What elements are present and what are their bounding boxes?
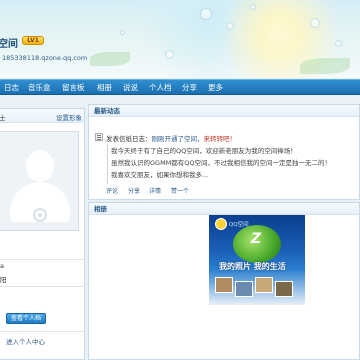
nav-item-music[interactable]: 音乐盒 bbox=[28, 80, 51, 96]
feed-headline-tail[interactable]: 来转转吧！ bbox=[204, 135, 237, 143]
feed-panel-title: 最新动态 bbox=[89, 105, 359, 117]
view-profile-button[interactable]: 查看个人档 bbox=[6, 313, 46, 324]
album-image-slogan: 我的照片 我的生活 bbox=[219, 262, 286, 271]
photo-thumbnail bbox=[255, 277, 273, 293]
sidebar-title: 士 bbox=[0, 114, 6, 122]
qq-penguin-icon bbox=[215, 218, 227, 230]
personal-center-link[interactable]: 进入个人中心 bbox=[6, 336, 45, 346]
profile-info-line: 阳 bbox=[0, 276, 7, 284]
main-nav: 日志 音乐盒 留言板 相册 说说 个人档 分享 更多 bbox=[0, 79, 360, 95]
avatar[interactable] bbox=[0, 131, 79, 231]
water-drop-decoration bbox=[310, 18, 320, 28]
nav-item-album[interactable]: 相册 bbox=[97, 80, 112, 96]
water-drop-decoration bbox=[200, 8, 212, 20]
details-link[interactable]: 详情 bbox=[149, 186, 161, 195]
settings-avatar-link[interactable]: 设置形象 bbox=[56, 112, 82, 122]
feed-quote-line: 虽然我认识的GGMM都有QQ空间，不过我相信我的空间一定是独一无二的！ bbox=[111, 159, 332, 167]
nav-item-share[interactable]: 分享 bbox=[182, 80, 197, 96]
blog-post-icon bbox=[95, 133, 103, 141]
share-link[interactable]: 分享 bbox=[128, 186, 140, 195]
photo-thumbnail bbox=[215, 277, 233, 293]
water-drop-decoration bbox=[226, 22, 234, 30]
main-content: 最新动态 发表信纸日志：刚刚开通了空间，来转转吧！ 我今天终于有了自己的QQ空间… bbox=[88, 104, 360, 360]
nav-item-talk[interactable]: 说说 bbox=[123, 80, 138, 96]
feed-headline-link[interactable]: 刚刚开通了空间， bbox=[152, 135, 204, 143]
album-panel-title: 相册 bbox=[89, 203, 359, 215]
header-banner: 空间 LV1 185338118.qzone.qq.com bbox=[0, 0, 360, 78]
water-drop-decoration bbox=[165, 50, 174, 59]
like-link[interactable]: 赞一个 bbox=[171, 186, 189, 195]
nav-item-blog[interactable]: 日志 bbox=[4, 80, 19, 96]
divider bbox=[0, 259, 85, 260]
camera-icon[interactable] bbox=[33, 208, 47, 222]
nav-item-profile[interactable]: 个人档 bbox=[149, 80, 172, 96]
divider bbox=[0, 331, 85, 332]
photo-thumbnail bbox=[275, 281, 293, 297]
photo-thumbnail bbox=[235, 281, 253, 297]
feed-headline-prefix: 发表信纸日志： bbox=[106, 135, 152, 143]
profile-info-line: a bbox=[0, 262, 4, 270]
nav-item-more[interactable]: 更多 bbox=[208, 80, 223, 96]
vip-badge[interactable]: LV1 bbox=[22, 36, 44, 45]
album-cover-image[interactable]: QQ空间 Z 我的照片 我的生活 bbox=[209, 215, 305, 305]
feed-quote-line: 我喜欢交朋友，如果你想和我多... bbox=[111, 171, 209, 179]
feed-headline: 发表信纸日志：刚刚开通了空间，来转转吧！ bbox=[106, 133, 236, 143]
space-url[interactable]: 185338118.qzone.qq.com bbox=[2, 54, 87, 62]
leaf-decoration bbox=[300, 58, 350, 74]
feed-quote-line: 我今天终于有了自己的QQ空间，欢迎新老朋友为我的空间捧场！ bbox=[111, 147, 297, 155]
sidebar-header: 士 设置形象 bbox=[0, 109, 84, 123]
quote-bar bbox=[107, 144, 108, 184]
water-drop-decoration bbox=[120, 30, 125, 35]
comment-link[interactable]: 评论 bbox=[106, 186, 118, 195]
divider bbox=[0, 286, 85, 287]
nav-item-guestbook[interactable]: 留言板 bbox=[62, 80, 85, 96]
water-drop-decoration bbox=[335, 40, 342, 47]
album-image-letter: Z bbox=[251, 231, 262, 247]
leaf-decoration bbox=[90, 52, 130, 66]
water-drop-decoration bbox=[250, 4, 256, 10]
avatar-head-silhouette bbox=[26, 150, 54, 182]
space-title[interactable]: 空间 bbox=[0, 35, 18, 50]
